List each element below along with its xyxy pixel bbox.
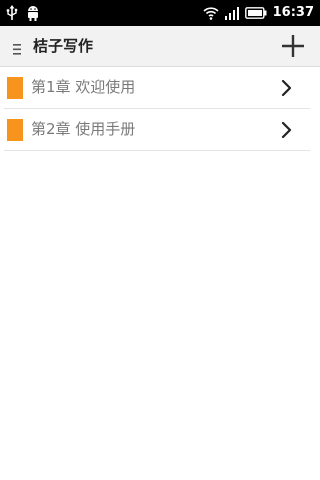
wifi-icon [203,6,219,20]
chapter-color-tag [7,119,23,141]
add-chapter-button[interactable] [280,33,306,59]
chapter-title: 第1章 欢迎使用 [31,78,136,96]
status-bar-right: 16:37 [203,3,314,23]
usb-icon [6,5,18,21]
chapter-list: 第1章 欢迎使用 第2章 使用手册 [4,67,310,151]
plus-icon [282,35,304,57]
status-bar: 16:37 [0,0,320,26]
menu-icon[interactable] [13,40,21,59]
status-bar-left [6,3,40,23]
chapter-item-1[interactable]: 第1章 欢迎使用 [4,67,310,109]
battery-icon [244,7,267,19]
signal-icon [224,6,239,20]
chevron-right-icon [281,121,292,143]
status-clock: 16:37 [272,5,314,20]
chevron-right-icon [281,79,292,101]
chapter-color-tag [7,77,23,99]
android-debug-icon [26,5,40,21]
chapter-item-2[interactable]: 第2章 使用手册 [4,109,310,151]
app-bar: 桔子写作 [0,26,320,67]
app-title: 桔子写作 [33,37,94,55]
chapter-title: 第2章 使用手册 [31,120,136,138]
